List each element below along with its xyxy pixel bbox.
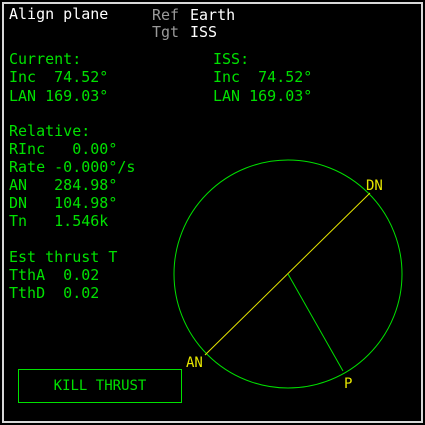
periapsis-marker-label: P	[344, 376, 352, 392]
node-line	[204, 192, 371, 356]
orbit-plane-diagram: AN DN P	[173, 159, 403, 392]
an-marker-label: AN	[186, 355, 203, 371]
periapsis-line	[287, 273, 344, 372]
align-plane-mfd: Align plane Ref Earth Tgt ISS Current: I…	[0, 0, 425, 425]
dn-marker-label: DN	[366, 178, 383, 194]
